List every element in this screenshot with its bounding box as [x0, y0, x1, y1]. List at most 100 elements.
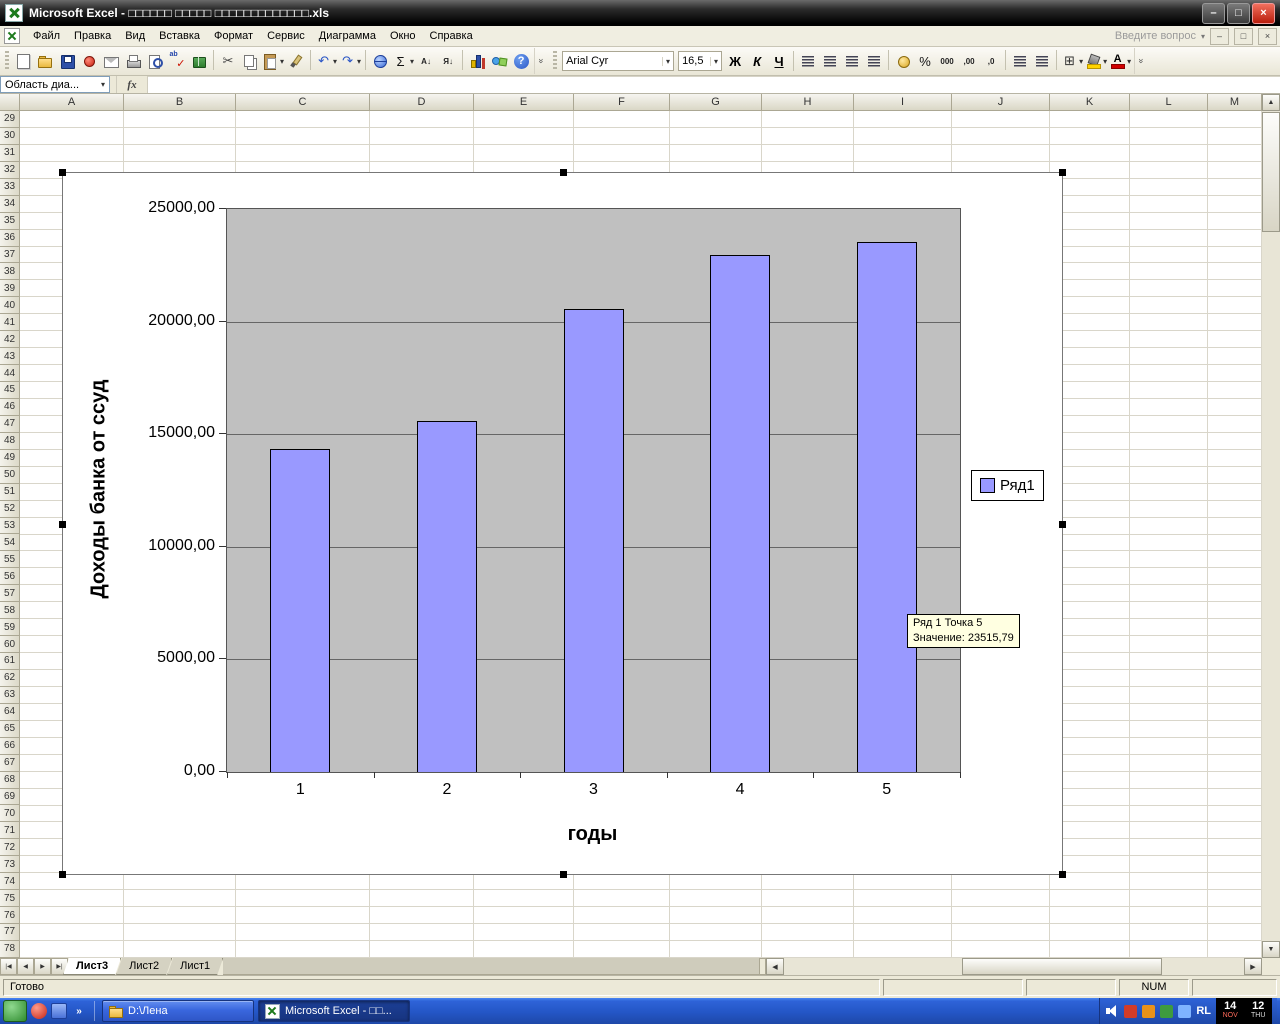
chart-bar-4[interactable]: [710, 255, 771, 772]
selection-handle[interactable]: [1059, 169, 1066, 176]
align-right-icon[interactable]: [842, 50, 862, 72]
vertical-scrollbar[interactable]: ▲ ▼: [1262, 94, 1280, 958]
scroll-left-icon[interactable]: ◀: [766, 958, 784, 975]
row-header-66[interactable]: 66: [0, 737, 20, 755]
font-color-icon[interactable]: А ▾: [1109, 50, 1131, 72]
column-header-K[interactable]: K: [1050, 94, 1130, 111]
column-header-I[interactable]: I: [854, 94, 952, 111]
scroll-right-icon[interactable]: ▶: [1244, 958, 1262, 975]
column-header-G[interactable]: G: [670, 94, 762, 111]
sort-descending-icon[interactable]: Я↓: [438, 50, 458, 72]
menu-item-3[interactable]: Вид: [118, 27, 152, 45]
formula-input[interactable]: [148, 76, 1280, 93]
align-center-icon[interactable]: [820, 50, 840, 72]
show-more-icons[interactable]: »: [71, 1003, 87, 1019]
toolbar-grip[interactable]: [5, 51, 9, 71]
row-header-58[interactable]: 58: [0, 602, 20, 620]
font-size-select[interactable]: 16,5 ▾: [678, 51, 723, 71]
row-header-70[interactable]: 70: [0, 805, 20, 823]
chart-object[interactable]: Доходы банка от ссуд 25000,00 20000,00 150…: [59, 169, 1066, 878]
menu-item-1[interactable]: Файл: [26, 27, 67, 45]
tab-nav-button-2[interactable]: ◀: [17, 958, 34, 975]
volume-icon[interactable]: [1105, 1004, 1119, 1018]
italic-button[interactable]: К: [746, 50, 768, 72]
row-header-78[interactable]: 78: [0, 940, 20, 958]
undo-icon[interactable]: ↶ ▾: [315, 50, 337, 72]
tab-nav-button-1[interactable]: |◀: [0, 958, 17, 975]
merge-center-icon[interactable]: [864, 50, 884, 72]
selection-handle[interactable]: [59, 871, 66, 878]
language-indicator[interactable]: RL: [1196, 1005, 1211, 1017]
row-header-69[interactable]: 69: [0, 788, 20, 806]
decrease-decimal-icon[interactable]: ,0: [981, 50, 1001, 72]
menu-item-8[interactable]: Окно: [383, 27, 423, 45]
vertical-scroll-thumb[interactable]: [1262, 112, 1280, 232]
format-painter-icon[interactable]: [286, 50, 306, 72]
row-header-36[interactable]: 36: [0, 229, 20, 247]
chart-bar-1[interactable]: [270, 448, 331, 772]
row-header-29[interactable]: 29: [0, 111, 20, 128]
sheet-tab-3[interactable]: Лист1: [167, 958, 223, 975]
fill-color-icon[interactable]: ▾: [1085, 50, 1107, 72]
column-header-M[interactable]: M: [1208, 94, 1262, 111]
update-icon[interactable]: [1142, 1004, 1156, 1018]
network-icon[interactable]: [1178, 1004, 1192, 1018]
autosum-icon[interactable]: Σ ▾: [392, 50, 415, 72]
tray-clock[interactable]: 14 NOV 12 THU: [1216, 998, 1272, 1024]
copy-icon[interactable]: [240, 50, 260, 72]
row-header-56[interactable]: 56: [0, 568, 20, 586]
menu-item-4[interactable]: Вставка: [152, 27, 207, 45]
column-header-D[interactable]: D: [370, 94, 474, 111]
permission-icon[interactable]: [79, 50, 99, 72]
row-header-45[interactable]: 45: [0, 382, 20, 399]
row-header-49[interactable]: 49: [0, 449, 20, 467]
hyperlink-icon[interactable]: [370, 50, 390, 72]
row-header-54[interactable]: 54: [0, 534, 20, 552]
chart-bar-3[interactable]: [563, 309, 624, 772]
antivirus-icon[interactable]: [1124, 1004, 1138, 1018]
row-header-38[interactable]: 38: [0, 263, 20, 281]
row-header-68[interactable]: 68: [0, 771, 20, 789]
chart-bar-2[interactable]: [416, 420, 477, 772]
column-header-A[interactable]: A: [20, 94, 124, 111]
column-header-B[interactable]: B: [124, 94, 236, 111]
row-header-71[interactable]: 71: [0, 822, 20, 840]
row-header-77[interactable]: 77: [0, 924, 20, 941]
menu-item-2[interactable]: Правка: [67, 27, 118, 45]
decrease-indent-icon[interactable]: [1010, 50, 1030, 72]
paste-icon[interactable]: ▾: [262, 50, 284, 72]
chart-bar-5[interactable]: [856, 242, 917, 772]
menu-item-7[interactable]: Диаграмма: [312, 27, 383, 45]
close-button[interactable]: ×: [1252, 2, 1275, 24]
row-header-39[interactable]: 39: [0, 280, 20, 298]
maximize-button[interactable]: □: [1227, 2, 1250, 24]
row-header-35[interactable]: 35: [0, 212, 20, 230]
tab-split-handle[interactable]: [759, 958, 766, 975]
print-preview-icon[interactable]: [145, 50, 165, 72]
row-header-59[interactable]: 59: [0, 619, 20, 637]
row-header-50[interactable]: 50: [0, 466, 20, 484]
selection-handle[interactable]: [59, 520, 66, 528]
column-header-E[interactable]: E: [474, 94, 574, 111]
row-header-60[interactable]: 60: [0, 636, 20, 653]
currency-icon[interactable]: [893, 50, 913, 72]
row-header-41[interactable]: 41: [0, 314, 20, 332]
row-header-63[interactable]: 63: [0, 686, 20, 704]
column-header-F[interactable]: F: [574, 94, 670, 111]
open-folder-icon[interactable]: [35, 50, 55, 72]
row-header-72[interactable]: 72: [0, 839, 20, 857]
row-header-75[interactable]: 75: [0, 890, 20, 908]
toolbar-options-chevron[interactable]: »: [1134, 48, 1148, 74]
row-header-40[interactable]: 40: [0, 297, 20, 315]
row-header-47[interactable]: 47: [0, 415, 20, 433]
cut-icon[interactable]: ✂: [218, 50, 238, 72]
row-header-74[interactable]: 74: [0, 873, 20, 891]
mail-icon[interactable]: [101, 50, 121, 72]
question-box[interactable]: Введите вопрос ▾ – □ ×: [1115, 27, 1277, 45]
increase-decimal-icon[interactable]: ,00: [959, 50, 979, 72]
messenger-icon[interactable]: [1160, 1004, 1174, 1018]
workbook-close-button[interactable]: ×: [1258, 27, 1277, 45]
row-header-76[interactable]: 76: [0, 907, 20, 924]
row-header-30[interactable]: 30: [0, 127, 20, 145]
row-header-64[interactable]: 64: [0, 703, 20, 721]
